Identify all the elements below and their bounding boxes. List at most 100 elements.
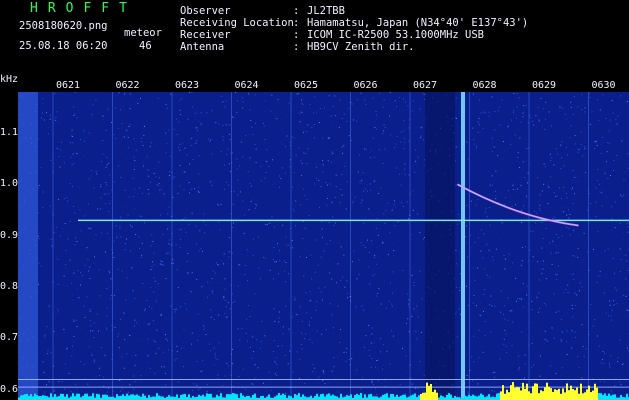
noise-pixel: [305, 333, 306, 335]
noise-pixel: [566, 154, 568, 156]
noise-pixel: [476, 96, 477, 98]
noise-pixel: [316, 239, 318, 241]
noise-pixel: [343, 351, 345, 353]
noise-pixel: [580, 143, 582, 145]
colon: :: [293, 29, 300, 41]
noise-pixel: [167, 129, 169, 131]
noise-pixel: [244, 274, 246, 275]
noise-pixel: [270, 286, 272, 288]
noise-pixel: [553, 216, 555, 218]
noise-pixel: [360, 92, 362, 94]
noise-pixel: [273, 351, 275, 353]
noise-pixel: [565, 193, 567, 194]
noise-pixel: [176, 345, 178, 347]
noise-pixel: [477, 199, 479, 201]
noise-pixel: [181, 347, 183, 349]
noise-pixel: [379, 351, 381, 353]
noise-pixel: [316, 178, 317, 180]
noise-pixel: [109, 200, 111, 201]
noise-pixel: [387, 202, 389, 204]
noise-pixel: [185, 331, 187, 333]
noise-pixel: [566, 330, 568, 332]
noise-pixel: [269, 269, 271, 271]
noise-pixel: [332, 216, 334, 218]
noise-pixel: [214, 364, 216, 366]
noise-pixel: [386, 350, 388, 352]
noise-pixel: [517, 152, 519, 154]
noise-pixel: [611, 206, 613, 208]
noise-pixel: [134, 319, 136, 321]
noise-pixel: [90, 330, 91, 332]
noise-pixel: [365, 149, 367, 151]
noise-pixel: [88, 270, 90, 272]
noise-pixel: [566, 354, 568, 355]
noise-pixel: [410, 377, 412, 379]
noise-pixel: [467, 158, 469, 160]
noise-pixel: [483, 233, 485, 235]
noise-pixel: [620, 278, 622, 280]
noise-pixel: [404, 142, 406, 144]
noise-pixel: [59, 235, 61, 237]
noise-pixel: [83, 132, 85, 134]
noise-pixel: [217, 264, 219, 266]
noise-pixel: [180, 228, 182, 230]
noise-pixel: [103, 193, 105, 195]
noise-pixel: [349, 364, 351, 366]
noise-pixel: [414, 171, 416, 173]
noise-pixel: [377, 292, 379, 294]
noise-pixel: [159, 265, 161, 267]
noise-pixel: [335, 282, 337, 284]
level-bar: [370, 393, 372, 400]
noise-pixel: [284, 172, 286, 174]
noise-pixel: [183, 328, 185, 330]
noise-pixel: [103, 118, 105, 120]
noise-pixel: [534, 222, 536, 224]
level-bar: [540, 390, 542, 400]
noise-pixel: [375, 227, 377, 229]
noise-pixel: [84, 300, 86, 302]
noise-pixel: [300, 160, 302, 162]
noise-pixel: [106, 328, 108, 330]
noise-pixel: [494, 371, 496, 373]
noise-pixel: [421, 283, 423, 285]
noise-pixel: [141, 254, 143, 256]
noise-pixel: [307, 124, 309, 126]
noise-pixel: [620, 95, 622, 97]
noise-pixel: [571, 304, 573, 306]
x-tick-label: 0625: [294, 80, 319, 91]
noise-pixel: [121, 356, 123, 358]
noise-pixel: [416, 166, 418, 168]
noise-pixel: [282, 333, 284, 335]
noise-pixel: [370, 367, 372, 368]
noise-pixel: [133, 166, 135, 167]
noise-pixel: [619, 381, 621, 383]
noise-pixel: [473, 139, 475, 141]
level-bar: [474, 395, 476, 400]
level-bar: [36, 395, 38, 400]
noise-pixel: [460, 314, 462, 315]
noise-pixel: [160, 313, 162, 315]
noise-pixel: [521, 222, 523, 223]
noise-pixel: [85, 352, 87, 354]
x-tick-label: 0623: [175, 80, 200, 91]
level-bar: [152, 396, 154, 400]
noise-pixel: [388, 332, 390, 334]
noise-pixel: [88, 178, 90, 180]
noise-pixel: [524, 208, 526, 209]
noise-pixel: [85, 377, 87, 379]
noise-pixel: [626, 260, 628, 262]
noise-pixel: [213, 319, 215, 320]
level-bar: [346, 395, 348, 400]
noise-pixel: [88, 132, 90, 134]
level-bar: [424, 392, 426, 400]
noise-pixel: [92, 298, 94, 300]
noise-pixel: [250, 119, 252, 121]
noise-pixel: [622, 302, 624, 304]
noise-pixel: [124, 207, 125, 208]
noise-pixel: [313, 112, 315, 114]
noise-pixel: [175, 244, 177, 246]
noise-pixel: [284, 270, 286, 272]
noise-pixel: [348, 196, 349, 198]
level-bar: [606, 395, 608, 400]
noise-pixel: [100, 186, 102, 188]
